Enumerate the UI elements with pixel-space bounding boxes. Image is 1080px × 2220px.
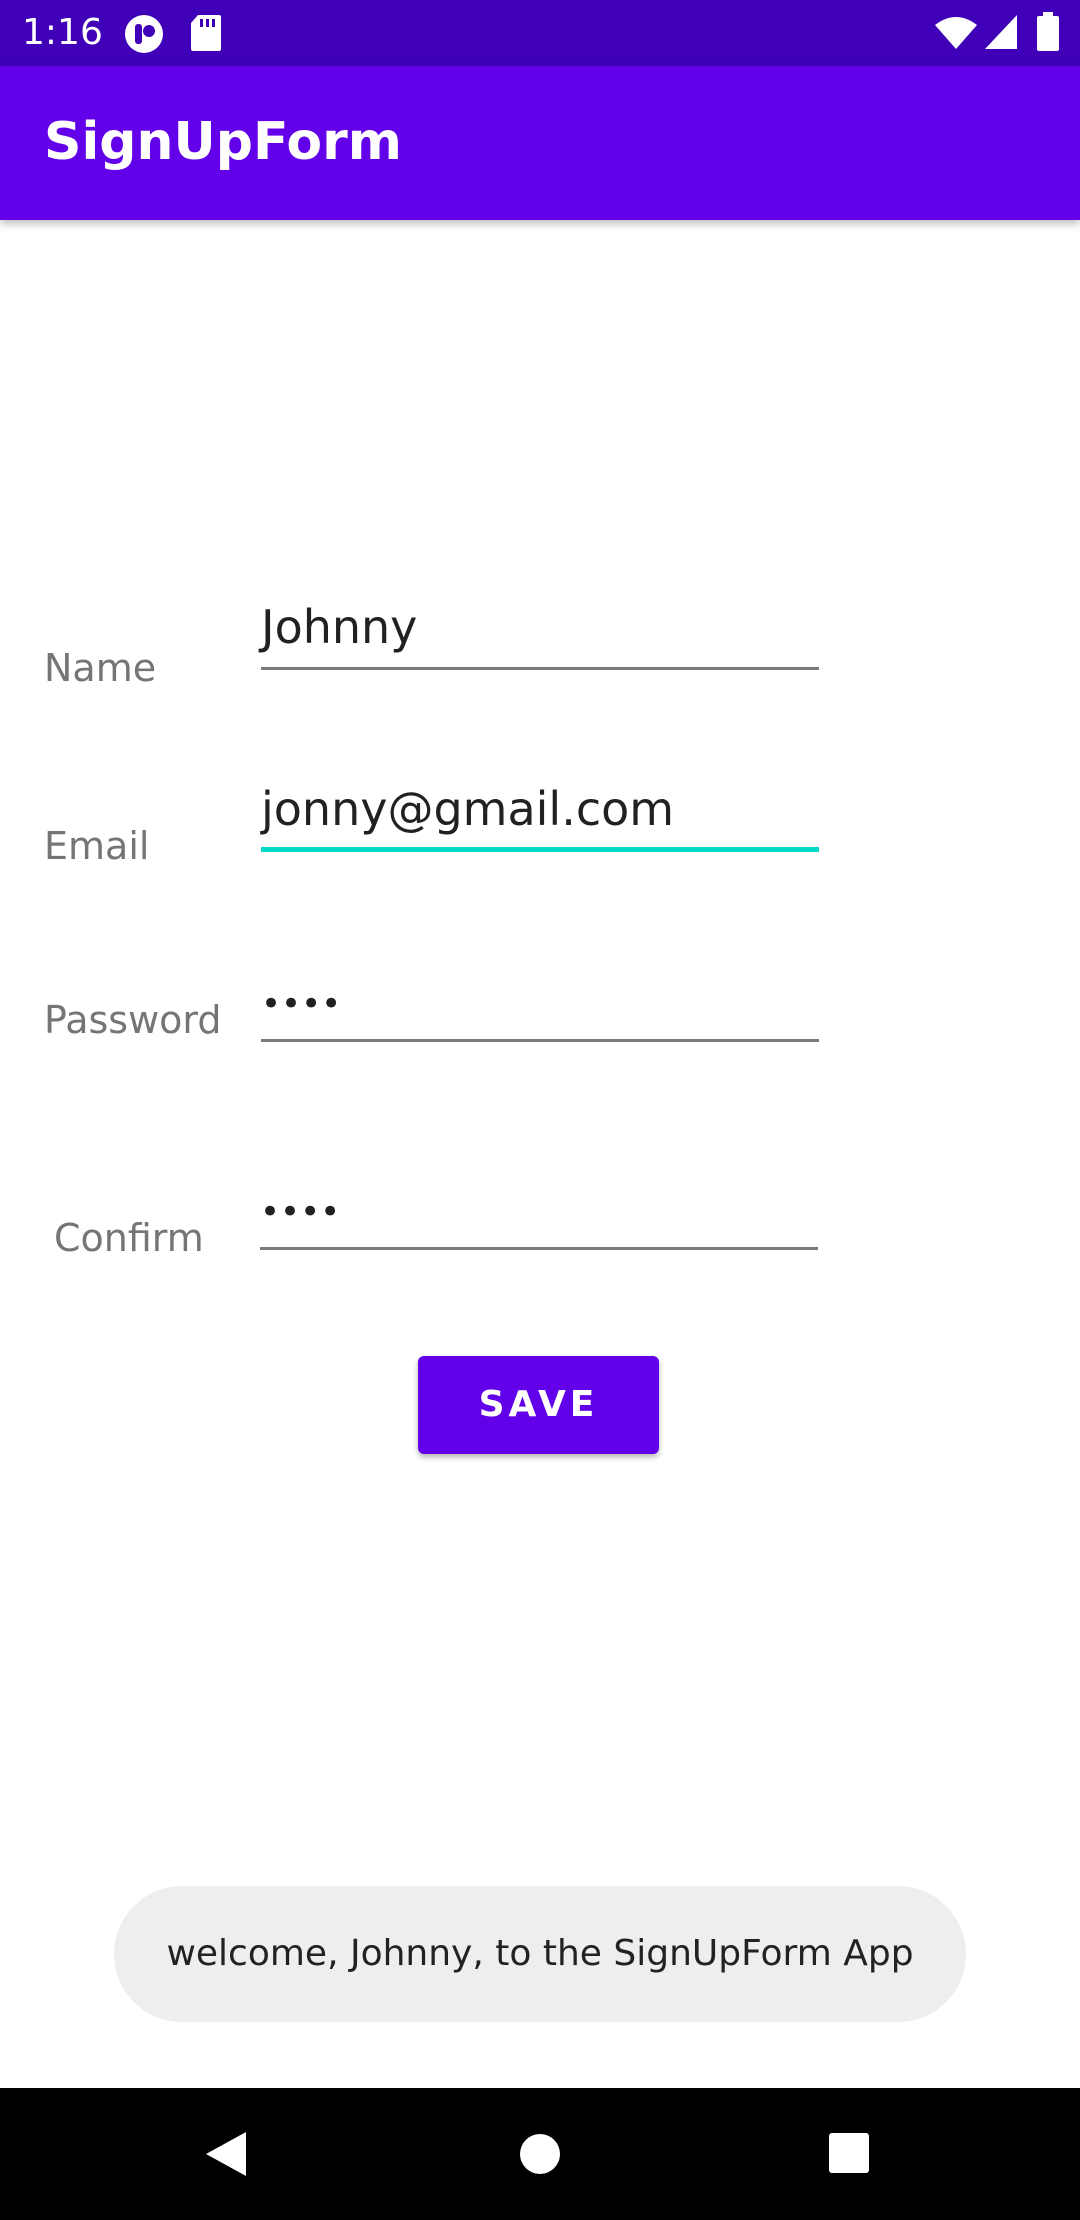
confirm-underline xyxy=(260,1247,818,1250)
name-field[interactable]: Johnny xyxy=(261,590,819,670)
email-underline xyxy=(261,847,819,852)
password-label: Password xyxy=(44,998,222,1042)
recents-icon[interactable] xyxy=(828,2132,870,2179)
toast-message: welcome, Johnny, to the SignUpForm App xyxy=(114,1886,966,2022)
back-icon[interactable] xyxy=(204,2130,248,2183)
name-underline xyxy=(261,667,819,670)
wifi-icon xyxy=(934,16,978,55)
sd-card-icon xyxy=(190,14,222,57)
email-label: Email xyxy=(44,824,150,868)
confirm-label: Confirm xyxy=(54,1216,204,1260)
name-label: Name xyxy=(44,646,157,690)
password-underline xyxy=(261,1039,819,1042)
email-value: jonny@gmail.com xyxy=(261,782,675,836)
confirm-value: •••• xyxy=(260,1192,341,1232)
status-time: 1:16 xyxy=(22,12,103,53)
password-field[interactable]: •••• xyxy=(261,960,819,1042)
cell-signal-icon xyxy=(984,14,1018,55)
status-bar: 1:16 xyxy=(0,0,1080,66)
navigation-bar xyxy=(0,2088,1080,2220)
confirm-field[interactable]: •••• xyxy=(260,1168,818,1250)
battery-icon xyxy=(1036,12,1060,57)
save-button[interactable]: SAVE xyxy=(418,1356,659,1454)
app-title: SignUpForm xyxy=(44,112,402,172)
email-field[interactable]: jonny@gmail.com xyxy=(261,772,819,852)
notification-app-icon xyxy=(124,14,164,59)
home-icon[interactable] xyxy=(518,2132,562,2181)
name-value: Johnny xyxy=(261,600,418,654)
password-value: •••• xyxy=(261,984,342,1024)
app-bar: SignUpForm xyxy=(0,66,1080,220)
